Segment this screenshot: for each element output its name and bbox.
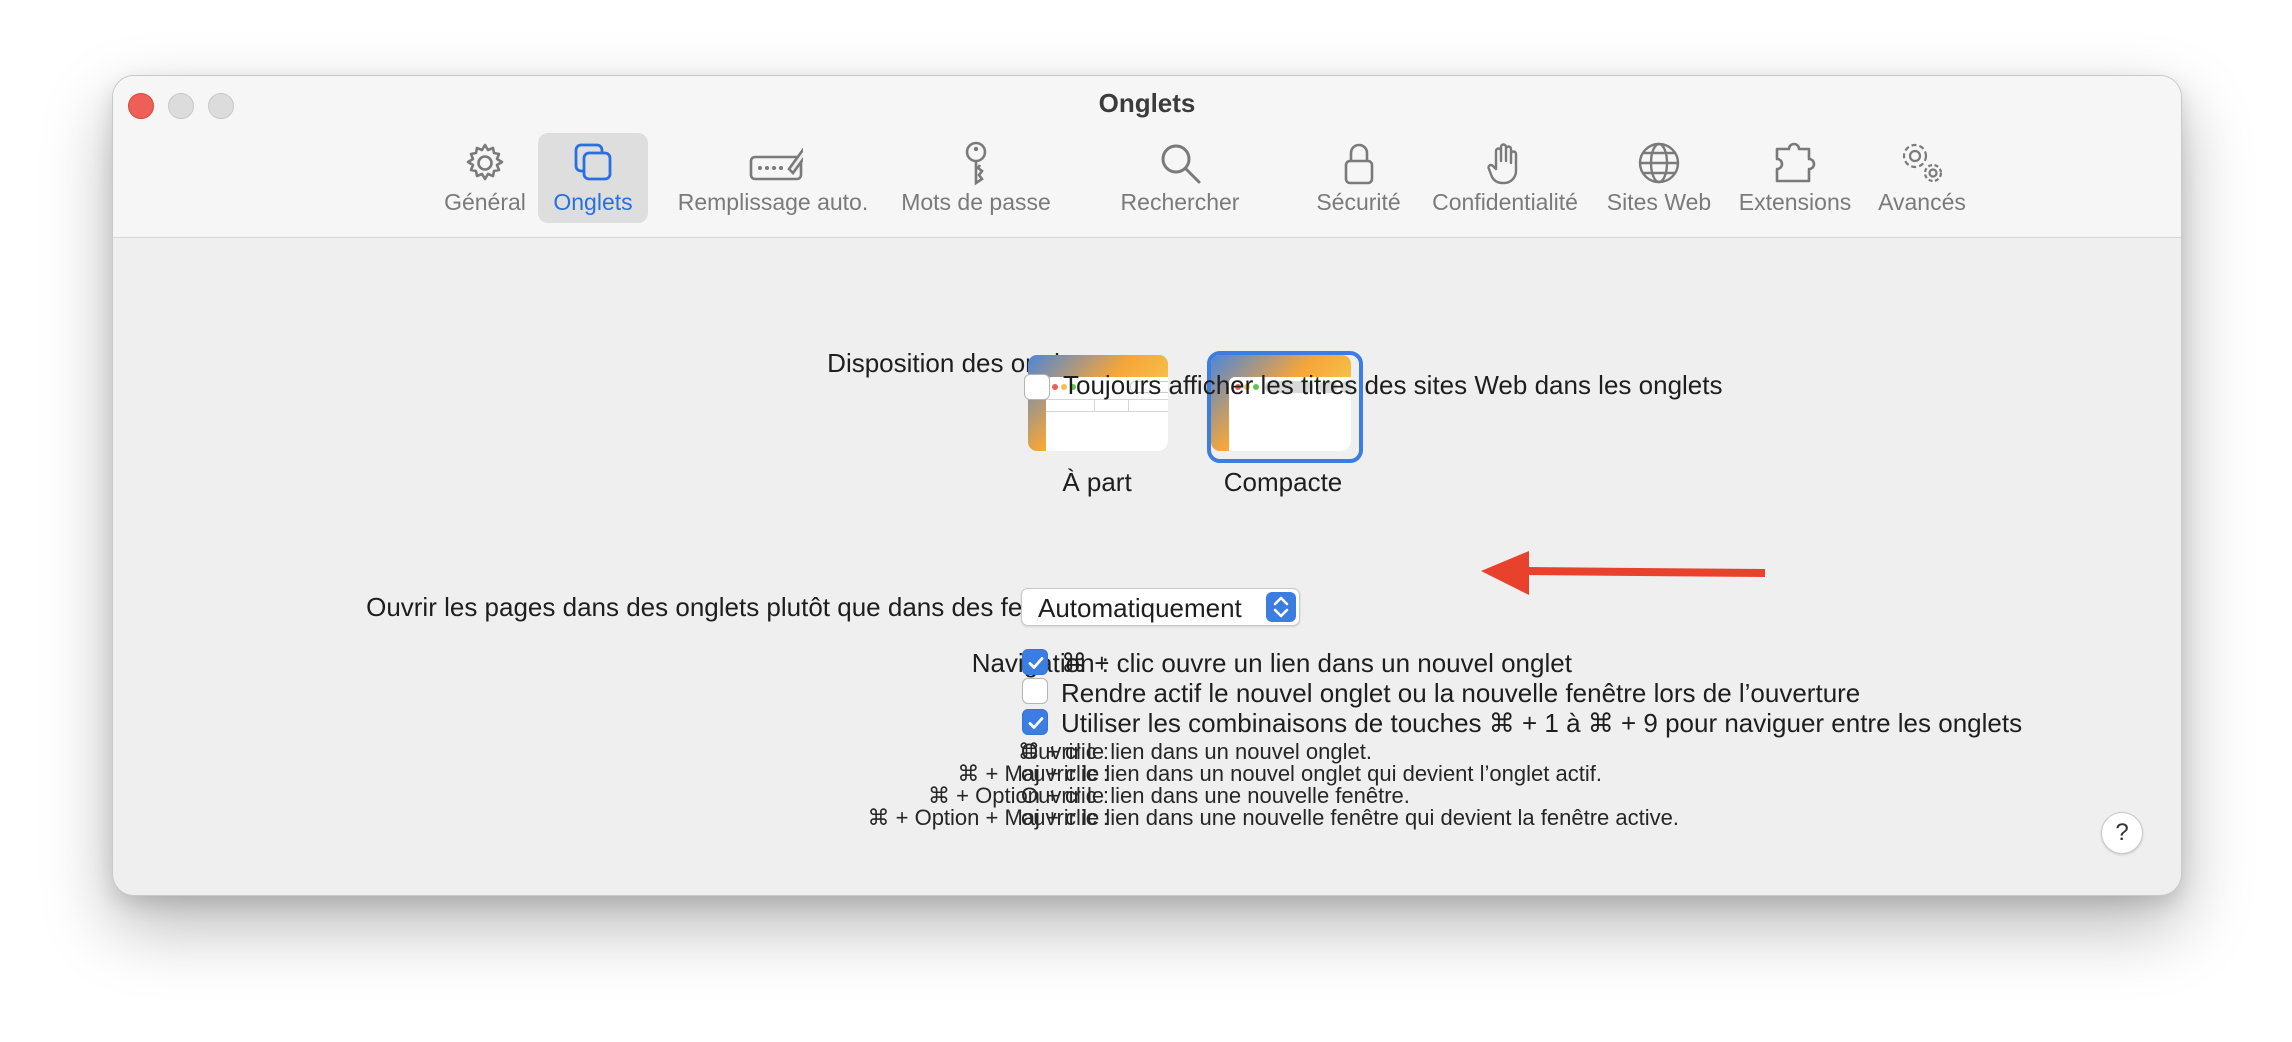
checkmark-icon bbox=[1028, 717, 1044, 729]
tab-passwords-label: Mots de passe bbox=[901, 189, 1051, 215]
tab-passwords[interactable]: Mots de passe bbox=[876, 133, 1076, 223]
window-title: Onglets bbox=[1098, 88, 1196, 118]
autofill-pencil-icon bbox=[749, 147, 803, 181]
layout-caption-compact: Compacte bbox=[1223, 467, 1343, 497]
magnifier-icon bbox=[1161, 144, 1201, 184]
tab-websites[interactable]: Sites Web bbox=[1599, 133, 1719, 223]
gear-icon bbox=[466, 143, 504, 181]
cmd-number-switch-tabs-checkbox[interactable] bbox=[1022, 709, 1048, 735]
tab-extensions-label: Extensions bbox=[1738, 189, 1852, 215]
tab-onglets-label: Onglets bbox=[553, 189, 633, 215]
tab-privacy-label: Confidentialité bbox=[1432, 189, 1578, 215]
tab-extensions[interactable]: Extensions bbox=[1730, 133, 1860, 223]
shortcut-description: ouvrir le lien dans une nouvelle fenêtre… bbox=[1021, 805, 1679, 830]
checkmark-icon bbox=[1028, 657, 1044, 669]
preferences-toolbar: Général Onglets Remplissage auto. Mots d… bbox=[113, 133, 2181, 233]
tab-advanced[interactable]: Avancés bbox=[1867, 133, 1977, 223]
cmd-click-new-tab-label: ⌘ + clic ouvre un lien dans un nouvel on… bbox=[1061, 648, 1572, 678]
make-new-tab-active-label: Rendre actif le nouvel onglet ou la nouv… bbox=[1061, 678, 1861, 708]
tab-onglets[interactable]: Onglets bbox=[538, 133, 648, 223]
onglets-pane: Disposition des onglets : À part Compact… bbox=[113, 237, 2181, 895]
help-button[interactable]: ? bbox=[2101, 812, 2143, 854]
open-pages-popup[interactable]: Automatiquement bbox=[1021, 588, 1300, 626]
tab-autofill-label: Remplissage auto. bbox=[677, 189, 869, 215]
layout-caption-separate: À part bbox=[1062, 467, 1132, 497]
popup-chevrons-icon bbox=[1266, 592, 1296, 622]
puzzle-icon bbox=[1775, 142, 1816, 183]
globe-icon bbox=[1638, 142, 1680, 184]
tab-security[interactable]: Sécurité bbox=[1306, 133, 1411, 223]
always-show-titles-label: Toujours afficher les titres des sites W… bbox=[1063, 370, 1723, 400]
settings-window: Onglets Général Onglets Remplissage auto… bbox=[112, 75, 2182, 896]
always-show-titles-checkbox[interactable] bbox=[1024, 374, 1050, 400]
open-pages-label: Ouvrir les pages dans des onglets plutôt… bbox=[366, 592, 1109, 622]
lock-icon bbox=[1344, 143, 1373, 185]
tab-search[interactable]: Rechercher bbox=[1115, 133, 1245, 223]
tab-security-label: Sécurité bbox=[1316, 189, 1401, 215]
tab-search-label: Rechercher bbox=[1120, 189, 1240, 215]
tab-autofill[interactable]: Remplissage auto. bbox=[653, 133, 893, 223]
tab-advanced-label: Avancés bbox=[1878, 189, 1966, 215]
cmd-number-switch-tabs-label: Utiliser les combinaisons de touches ⌘ +… bbox=[1061, 708, 2023, 738]
tab-websites-label: Sites Web bbox=[1606, 189, 1712, 215]
layout-option-compact-selected[interactable] bbox=[1207, 351, 1363, 463]
tab-privacy[interactable]: Confidentialité bbox=[1425, 133, 1585, 223]
tab-general-label: Général bbox=[444, 189, 526, 215]
tab-general[interactable]: Général bbox=[435, 133, 535, 223]
cmd-click-new-tab-checkbox[interactable] bbox=[1022, 649, 1048, 675]
gears-icon bbox=[1902, 143, 1943, 183]
title-bar: Onglets Général Onglets Remplissage auto… bbox=[113, 76, 2181, 238]
key-icon bbox=[965, 141, 987, 186]
hand-icon bbox=[1487, 143, 1518, 185]
make-new-tab-active-checkbox[interactable] bbox=[1022, 678, 1048, 704]
open-pages-value: Automatiquement bbox=[1038, 593, 1242, 623]
tabs-icon bbox=[574, 143, 612, 181]
red-arrow-annotation bbox=[1481, 551, 1766, 595]
